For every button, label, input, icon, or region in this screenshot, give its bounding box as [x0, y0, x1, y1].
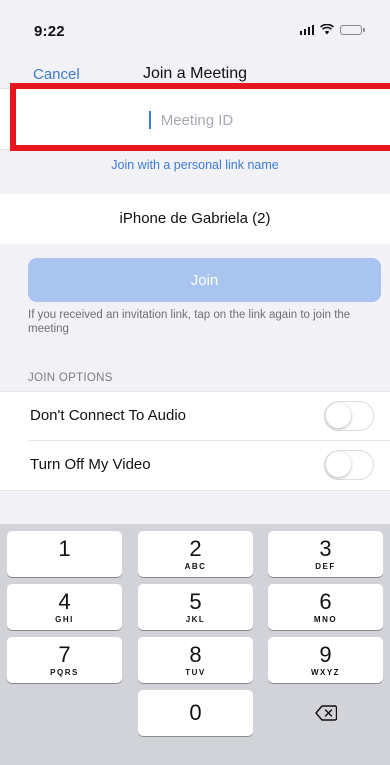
meeting-id-field: [0, 88, 390, 151]
status-time: 9:22: [34, 23, 65, 40]
wifi-icon: [320, 24, 334, 35]
option-label: Don't Connect To Audio: [30, 407, 187, 424]
key-5[interactable]: 5 JKL: [138, 584, 253, 630]
key-digit: 9: [319, 641, 332, 667]
key-letters: DEF: [315, 561, 336, 571]
key-3[interactable]: 3 DEF: [268, 531, 383, 577]
option-label: Turn Off My Video: [30, 456, 151, 473]
key-digit: 1: [58, 535, 71, 561]
join-button[interactable]: Join: [28, 258, 381, 302]
join-hint-text: If you received an invitation link, tap …: [28, 309, 351, 335]
key-6[interactable]: 6 MNO: [268, 584, 383, 630]
cellular-signal-icon: [299, 24, 314, 35]
toggle-knob: [326, 403, 351, 428]
key-digit: 3: [319, 535, 332, 561]
key-digit: 2: [189, 535, 202, 561]
status-bar: 9:22: [0, 0, 390, 58]
key-letters: JKL: [185, 614, 206, 624]
key-0[interactable]: 0: [138, 690, 253, 736]
key-letters: TUV: [185, 667, 206, 677]
meeting-id-input[interactable]: [0, 89, 390, 151]
page-title: Join a Meeting: [142, 65, 248, 82]
dont-connect-audio-toggle[interactable]: [324, 401, 374, 431]
key-digit: 5: [189, 588, 202, 614]
key-letters: MNO: [313, 614, 338, 624]
key-digit: 6: [319, 588, 332, 614]
device-name-field[interactable]: iPhone de Gabriela (2): [0, 194, 390, 244]
key-digit: 7: [58, 641, 71, 667]
key-1[interactable]: 1: [7, 531, 122, 577]
key-digit: 8: [189, 641, 202, 667]
key-letters: WXYZ: [310, 667, 341, 677]
toggle-knob: [326, 452, 351, 477]
key-2[interactable]: 2 ABC: [138, 531, 253, 577]
key-7[interactable]: 7 PQRS: [7, 637, 122, 683]
key-digit: 0: [189, 700, 202, 725]
key-letters: ABC: [184, 561, 207, 571]
status-icons: [299, 24, 365, 35]
join-button-label: Join: [190, 271, 219, 289]
key-letters: GHI: [55, 614, 74, 624]
delete-key[interactable]: [268, 690, 383, 736]
device-name-text: iPhone de Gabriela (2): [119, 210, 271, 227]
join-with-personal-link-button[interactable]: Join with a personal link name: [0, 158, 390, 172]
key-4[interactable]: 4 GHI: [7, 584, 122, 630]
option-row-turn-off-video: Turn Off My Video: [0, 441, 390, 490]
numeric-keypad: 1 2 ABC 3 DEF 4 GHI 5 JKL 6 MNO 7 PQRS 8…: [0, 524, 390, 765]
nav-bar: Cancel Join a Meeting: [0, 58, 390, 88]
option-row-dont-connect-audio: Don't Connect To Audio: [0, 392, 390, 441]
key-letters: PQRS: [50, 667, 79, 677]
join-options-list: Don't Connect To Audio Turn Off My Video: [0, 391, 390, 491]
key-digit: 4: [58, 588, 71, 614]
key-9[interactable]: 9 WXYZ: [268, 637, 383, 683]
backspace-icon: [314, 705, 337, 721]
battery-icon: [340, 24, 365, 35]
key-8[interactable]: 8 TUV: [138, 637, 253, 683]
turn-off-video-toggle[interactable]: [324, 450, 374, 480]
join-options-header: JOIN OPTIONS: [28, 372, 113, 384]
text-cursor: [149, 111, 151, 129]
